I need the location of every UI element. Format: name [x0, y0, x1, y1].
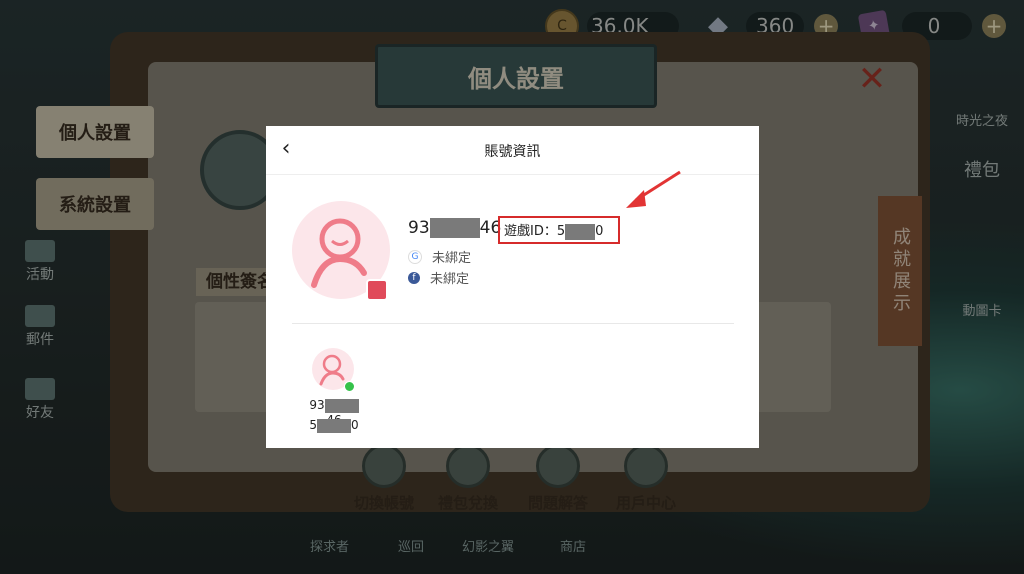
online-status-dot — [344, 381, 355, 392]
redaction-block — [565, 223, 596, 240]
annotation-arrow-icon — [626, 170, 681, 208]
redaction-block — [429, 218, 480, 238]
facebook-bind-row[interactable]: f 未綁定 — [408, 268, 469, 287]
divider — [292, 323, 734, 324]
facebook-icon: f — [408, 271, 420, 284]
phone-icon — [366, 279, 388, 301]
google-bind-row[interactable]: G 未綁定 — [408, 247, 471, 266]
redaction-block — [317, 418, 351, 433]
game-id-highlight: 遊戲ID：5 0 — [498, 216, 620, 244]
dialog-title: 賬號資訊 — [484, 144, 541, 160]
account-id: 93 46 — [408, 218, 502, 238]
redaction-block — [324, 398, 359, 413]
game-id-label: 遊戲ID：5 — [504, 224, 566, 239]
google-icon: G — [408, 249, 422, 264]
sub-game-id: 50 — [309, 418, 359, 433]
